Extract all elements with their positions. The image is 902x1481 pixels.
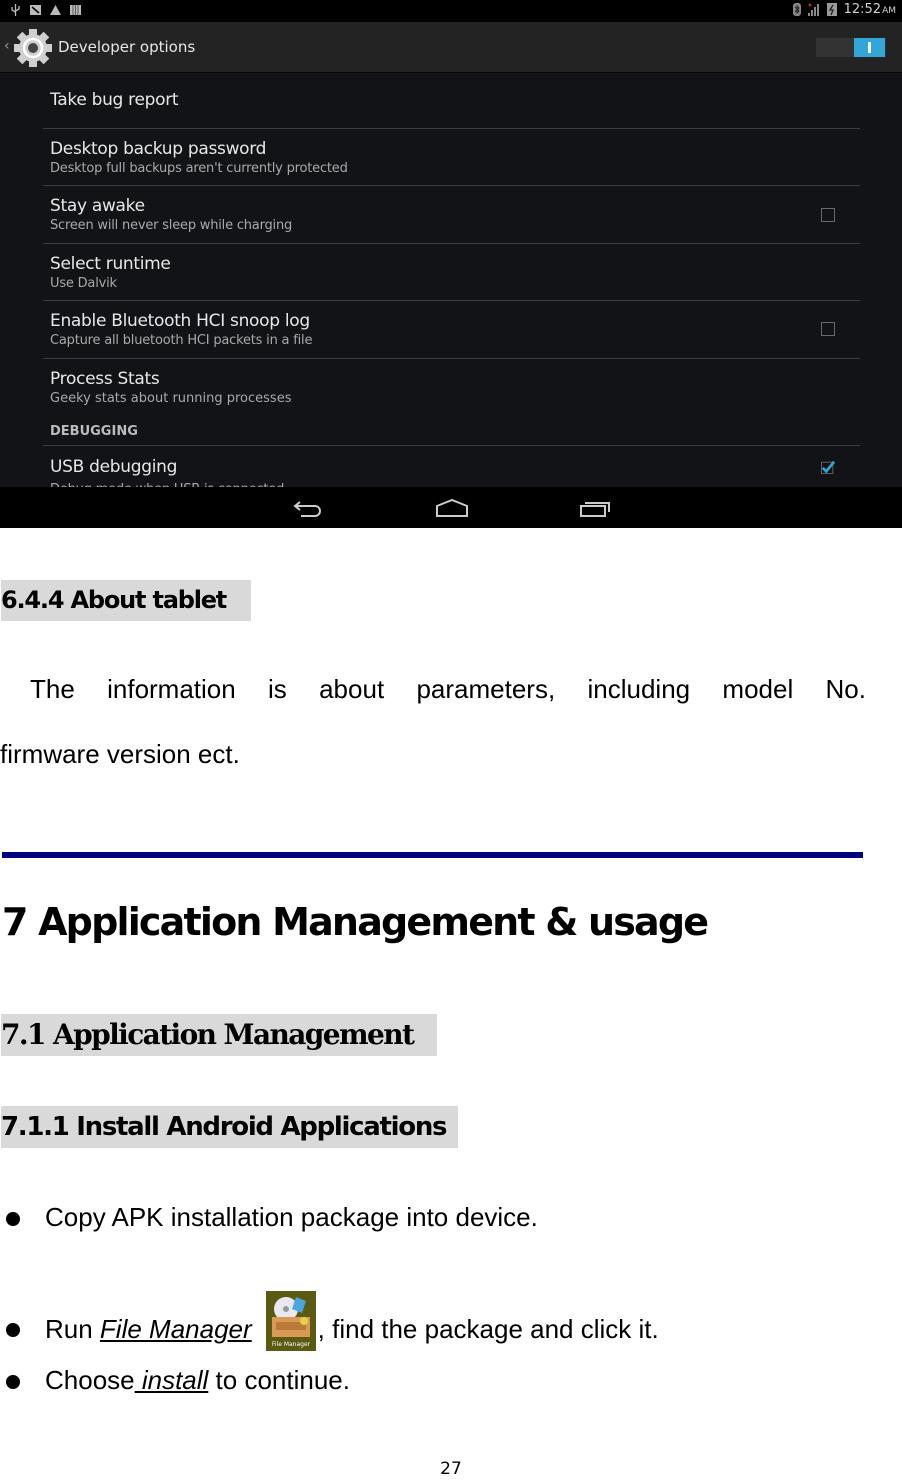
heading-install-android-applications: 7.1.1 Install Android Applications	[1, 1106, 458, 1148]
setting-select-runtime[interactable]: Select runtime Use Dalvik	[43, 244, 860, 301]
bullet-text-pre: Choose	[45, 1365, 135, 1395]
toggle-thumb[interactable]	[854, 38, 885, 57]
setting-summary: Use Dalvik	[50, 276, 117, 291]
setting-title: USB debugging	[50, 457, 178, 477]
setting-desktop-backup-password[interactable]: Desktop backup password Desktop full bac…	[43, 129, 860, 186]
setting-title: Stay awake	[50, 196, 145, 216]
setting-summary: Desktop full backups aren't currently pr…	[50, 161, 348, 176]
back-caret-icon[interactable]: ‹	[4, 38, 10, 54]
setting-title: Take bug report	[50, 90, 179, 110]
bullet-item: Run File Manager File Manager , find the…	[6, 1291, 659, 1359]
storage-icon	[70, 5, 81, 15]
setting-title: Enable Bluetooth HCI snoop log	[50, 311, 310, 331]
bullet-text-post: to continue.	[208, 1365, 350, 1395]
battery-charging-icon	[826, 3, 837, 16]
action-bar: ‹ Developer options	[0, 22, 902, 73]
status-bar: 12:52AM	[0, 0, 902, 22]
install-link[interactable]: install	[135, 1365, 208, 1396]
setting-summary: Screen will never sleep while charging	[50, 218, 293, 233]
chapter-heading: 7 Application Management & usage	[2, 900, 709, 944]
bullet-item: Copy APK installation package into devic…	[6, 1202, 538, 1233]
bullet-item: Choose install to continue.	[6, 1365, 350, 1396]
setting-stay-awake[interactable]: Stay awake Screen will never sleep while…	[43, 186, 860, 244]
heading-about-tablet: 6.4.4 About tablet	[1, 580, 251, 621]
signal-icon	[807, 3, 819, 16]
setting-bluetooth-hci-snoop-log[interactable]: Enable Bluetooth HCI snoop log Capture a…	[43, 301, 860, 359]
home-icon[interactable]	[436, 499, 468, 517]
stay-awake-checkbox[interactable]	[821, 208, 835, 222]
bluetooth-icon	[792, 3, 801, 16]
setting-usb-debugging[interactable]: USB debugging Debug mode when USB is con…	[43, 446, 860, 497]
usb-debugging-checkbox-checked[interactable]	[821, 460, 835, 474]
bullet-text-post: , find the package and click it.	[317, 1313, 659, 1344]
file-manager-app-icon: File Manager	[265, 1291, 316, 1351]
setting-title: Desktop backup password	[50, 139, 267, 159]
page-number: 27	[440, 1459, 462, 1479]
paragraph-line-2: firmware version ect.	[0, 739, 240, 769]
setting-title: Select runtime	[50, 254, 171, 274]
chapter-divider	[2, 852, 863, 858]
bullet-dot-icon	[6, 1211, 20, 1226]
developer-options-toggle[interactable]	[816, 38, 886, 57]
section-header-debugging: DEBUGGING	[50, 424, 138, 439]
back-icon[interactable]	[293, 499, 323, 517]
bullet-text-pre: Run	[45, 1313, 100, 1344]
setting-take-bug-report[interactable]: Take bug report	[43, 72, 860, 129]
recents-icon[interactable]	[580, 499, 610, 517]
screenshot-icon	[30, 5, 41, 15]
bullet-dot-icon	[6, 1374, 20, 1389]
app-icon-label: File Manager	[272, 1341, 311, 1348]
warning-icon	[50, 5, 61, 15]
heading-application-management: 7.1 Application Management	[1, 1014, 437, 1056]
developer-options-screenshot: 12:52AM ‹ Developer options Take bug rep…	[0, 0, 902, 528]
file-manager-link[interactable]: File Manager	[100, 1314, 252, 1345]
page-title: Developer options	[58, 38, 196, 56]
clock: 12:52AM	[843, 2, 896, 17]
setting-summary: Geeky stats about running processes	[50, 391, 292, 406]
setting-summary: Capture all bluetooth HCI packets in a f…	[50, 333, 313, 348]
bullet-text: Copy APK installation package into devic…	[45, 1202, 538, 1232]
setting-process-stats[interactable]: Process Stats Geeky stats about running …	[43, 359, 860, 446]
settings-list: Take bug report Desktop backup password …	[43, 72, 860, 497]
paragraph-line-1: The information is about parameters, inc…	[30, 674, 866, 704]
settings-gear-icon[interactable]	[13, 28, 53, 68]
bullet-dot-icon	[6, 1323, 20, 1337]
navigation-bar	[0, 487, 902, 528]
usb-icon	[11, 4, 20, 16]
hci-snoop-checkbox[interactable]	[821, 322, 835, 336]
setting-title: Process Stats	[50, 369, 160, 389]
